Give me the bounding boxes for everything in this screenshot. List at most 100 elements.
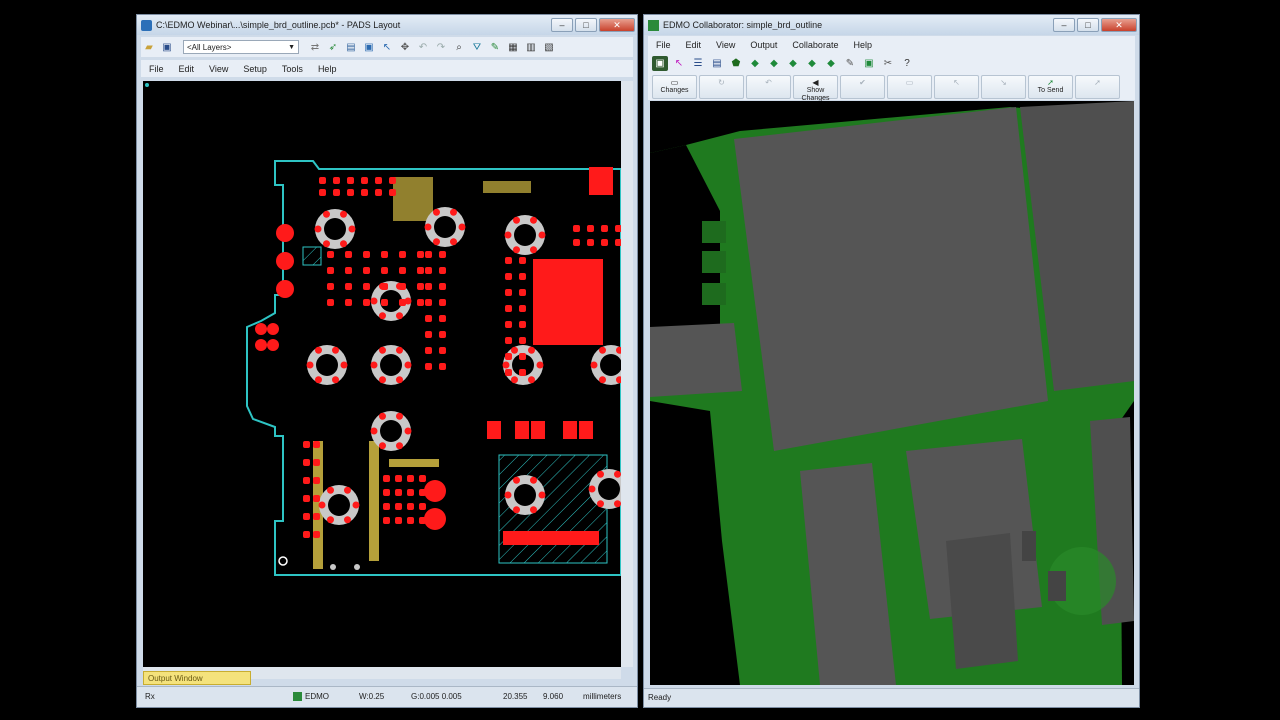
smd-pad	[303, 513, 310, 520]
pcb-canvas[interactable]	[143, 81, 621, 667]
accept-button[interactable]: ↻	[699, 74, 744, 99]
show-changes-button[interactable]: ◀ Show Changes	[793, 74, 838, 102]
menu-edit[interactable]: Edit	[686, 40, 702, 50]
clip-icon[interactable]: ✂	[880, 56, 896, 71]
pads-minimize-button[interactable]: –	[551, 18, 573, 32]
keepout-hatch-small	[302, 246, 322, 266]
smd-pad	[519, 257, 526, 264]
move-icon[interactable]: ✥	[397, 40, 413, 55]
menu-help[interactable]: Help	[318, 64, 337, 74]
update-button[interactable]: ▭	[887, 74, 932, 99]
silk-strip-6	[503, 531, 599, 545]
output-window-tab[interactable]: Output Window	[143, 671, 251, 685]
via-pad	[528, 376, 535, 384]
menu-view[interactable]: View	[716, 40, 735, 50]
board-icon[interactable]: ▣	[652, 55, 668, 71]
edmo-3d-view[interactable]	[650, 101, 1134, 685]
via-pad	[504, 491, 512, 499]
pads-close-button[interactable]: ✕	[599, 18, 635, 32]
edmo-collaborator-window: EDMO Collaborator: simple_brd_outline – …	[643, 14, 1140, 708]
changes-button[interactable]: ▭ Changes	[652, 74, 697, 99]
zoom-icon[interactable]: ⌕	[451, 40, 467, 55]
copper-pad	[579, 421, 593, 439]
cube-back-icon[interactable]: ◆	[766, 56, 782, 71]
smd-pad	[303, 477, 310, 484]
menu-view[interactable]: View	[209, 64, 228, 74]
filter-icon[interactable]: ⛛	[469, 40, 485, 55]
component-lower	[946, 533, 1018, 669]
menu-output[interactable]: Output	[750, 40, 777, 50]
smd-pad	[425, 315, 432, 322]
display-icon[interactable]: ▤	[343, 40, 359, 55]
shield-icon[interactable]: ⬟	[728, 56, 744, 71]
accept-icon: ↻	[718, 77, 725, 87]
smd-pad	[383, 475, 390, 482]
smd-pad	[303, 495, 310, 502]
via-pad	[513, 246, 520, 254]
via-pad	[379, 312, 386, 320]
redraw-icon[interactable]: ▣	[361, 40, 377, 55]
save-icon[interactable]: ▣	[159, 40, 175, 55]
fit-view-icon[interactable]: ▣	[861, 56, 877, 71]
smd-pad	[587, 225, 594, 232]
pads-maximize-button[interactable]: □	[575, 18, 597, 32]
drill-hole	[316, 354, 338, 376]
menu-tools[interactable]: Tools	[282, 64, 303, 74]
mount-dot	[354, 564, 360, 570]
drill-hole	[328, 494, 350, 516]
edmo-status-bar: Ready	[644, 688, 1139, 707]
table-icon[interactable]: ▤	[709, 56, 725, 71]
pads-title-bar[interactable]: C:\EDMO Webinar\...\simple_brd_outline.p…	[137, 15, 637, 35]
smd-pad	[363, 251, 370, 258]
smd-pad	[601, 225, 608, 232]
pan-icon[interactable]: ⇄	[307, 40, 323, 55]
proposal-button[interactable]: ↖	[934, 74, 979, 99]
smd-pad	[399, 283, 406, 290]
list-icon[interactable]: ☰	[690, 56, 706, 71]
to-send-button[interactable]: ➚ To Send	[1028, 74, 1073, 99]
measure-icon[interactable]: ✎	[842, 56, 858, 71]
open-folder-icon[interactable]: ▰	[141, 40, 157, 55]
smd-pad	[505, 273, 512, 280]
modeless-icon[interactable]: ✎	[487, 40, 503, 55]
edmo-maximize-button[interactable]: □	[1077, 18, 1099, 32]
menu-file[interactable]: File	[149, 64, 164, 74]
smd-pad	[439, 251, 446, 258]
menu-file[interactable]: File	[656, 40, 671, 50]
help-icon[interactable]: ?	[899, 56, 915, 71]
edmo-close-button[interactable]: ✕	[1101, 18, 1137, 32]
pcb-vertical-scrollbar[interactable]	[621, 81, 633, 667]
tile-icon[interactable]: ▧	[541, 40, 557, 55]
via-pad	[379, 442, 386, 450]
window-icon[interactable]: ▦	[505, 40, 521, 55]
pointer-icon[interactable]: ↖	[671, 56, 687, 71]
reject-button[interactable]: ↶	[746, 74, 791, 99]
edmo-minimize-button[interactable]: –	[1053, 18, 1075, 32]
via-pad	[530, 506, 537, 514]
menu-setup[interactable]: Setup	[243, 64, 267, 74]
route-icon[interactable]: ➶	[325, 40, 341, 55]
cube-front-icon[interactable]: ◆	[747, 56, 763, 71]
send-button[interactable]: ➚	[1075, 74, 1120, 99]
layer-select[interactable]: <All Layers> ▼	[183, 40, 299, 54]
via-pad	[323, 210, 330, 218]
via-pad	[530, 476, 537, 484]
propose-button[interactable]: ✔	[840, 74, 885, 99]
select-icon[interactable]: ↖	[379, 40, 395, 55]
cube-top-icon[interactable]: ◆	[785, 56, 801, 71]
menu-edit[interactable]: Edit	[179, 64, 195, 74]
smd-pad	[425, 299, 432, 306]
restore-icon[interactable]: ▥	[523, 40, 539, 55]
undo-icon[interactable]: ↶	[415, 40, 431, 55]
edmo-title-bar[interactable]: EDMO Collaborator: simple_brd_outline – …	[644, 15, 1139, 35]
cube-bottom-icon[interactable]: ◆	[804, 56, 820, 71]
smd-pad	[363, 283, 370, 290]
cube-iso-icon[interactable]: ◆	[823, 56, 839, 71]
smd-pad	[601, 239, 608, 246]
status-edmo[interactable]: EDMO	[305, 692, 329, 701]
menu-help[interactable]: Help	[853, 40, 872, 50]
silk-strip-4	[483, 181, 531, 193]
response-button[interactable]: ↘	[981, 74, 1026, 99]
redo-icon[interactable]: ↷	[433, 40, 449, 55]
menu-collaborate[interactable]: Collaborate	[792, 40, 838, 50]
